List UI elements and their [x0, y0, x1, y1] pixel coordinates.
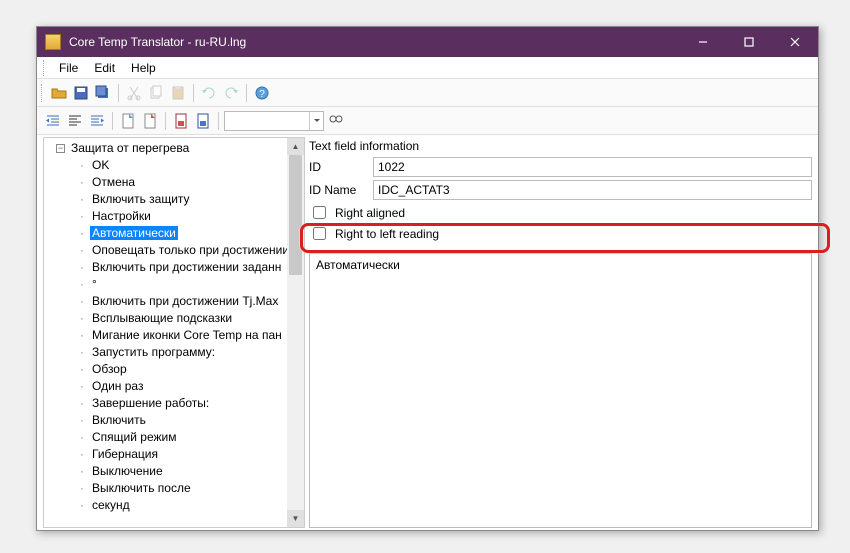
- tree-item[interactable]: ·Обзор: [44, 361, 304, 378]
- doc2-button[interactable]: [140, 111, 160, 131]
- scroll-up-button[interactable]: ▲: [287, 138, 304, 155]
- scroll-thumb[interactable]: [289, 155, 302, 275]
- help-button[interactable]: ?: [252, 83, 272, 103]
- close-button[interactable]: [772, 27, 818, 57]
- tree-item[interactable]: ·Запустить программу:: [44, 344, 304, 361]
- rtl-label: Right to left reading: [335, 227, 439, 241]
- window-title: Core Temp Translator - ru-RU.lng: [69, 35, 680, 49]
- app-window: Core Temp Translator - ru-RU.lng File Ed…: [36, 26, 819, 531]
- tree-item[interactable]: ·Мигание иконки Core Temp на пан: [44, 327, 304, 344]
- info-title: Text field information: [309, 139, 812, 153]
- tree-item[interactable]: ·Выключить после: [44, 480, 304, 497]
- idname-label: ID Name: [309, 183, 373, 197]
- tree-item[interactable]: ·Отмена: [44, 174, 304, 191]
- toolbar-format: [37, 107, 818, 135]
- save-button[interactable]: [71, 83, 91, 103]
- separator: [118, 84, 119, 102]
- editor-container: [309, 253, 812, 528]
- idname-input[interactable]: [373, 180, 812, 200]
- copy-button[interactable]: [146, 83, 166, 103]
- undo-button[interactable]: [199, 83, 219, 103]
- id-input[interactable]: [373, 157, 812, 177]
- tree-item[interactable]: ·Оповещать только при достижении: [44, 242, 304, 259]
- save-all-button[interactable]: [93, 83, 113, 103]
- rtl-checkbox[interactable]: [313, 227, 326, 240]
- titlebar: Core Temp Translator - ru-RU.lng: [37, 27, 818, 57]
- tree-item[interactable]: ·Включить: [44, 412, 304, 429]
- separator: [165, 112, 166, 130]
- tree-item[interactable]: ·°: [44, 276, 304, 293]
- collapse-icon[interactable]: −: [56, 144, 65, 153]
- tree-item[interactable]: ·Всплывающие подсказки: [44, 310, 304, 327]
- menubar: File Edit Help: [37, 57, 818, 79]
- redo-button[interactable]: [221, 83, 241, 103]
- indent-button[interactable]: [43, 111, 63, 131]
- text-field-info: Text field information ID ID Name Right …: [309, 137, 812, 247]
- font-combo[interactable]: [224, 111, 324, 131]
- right-aligned-checkbox[interactable]: [313, 206, 326, 219]
- tree-item[interactable]: ·Настройки: [44, 208, 304, 225]
- toolbar-grip: [41, 84, 45, 102]
- open-button[interactable]: [49, 83, 69, 103]
- menubar-grip: [43, 60, 47, 76]
- svg-text:?: ?: [259, 89, 265, 100]
- menu-edit[interactable]: Edit: [86, 59, 123, 77]
- tree-view[interactable]: −Защита от перегрева·OK·Отмена·Включить …: [43, 137, 305, 528]
- translation-editor[interactable]: [309, 253, 812, 528]
- tree-item[interactable]: ·Завершение работы:: [44, 395, 304, 412]
- paste-button[interactable]: [168, 83, 188, 103]
- menu-help[interactable]: Help: [123, 59, 164, 77]
- toolbar-main: ?: [37, 79, 818, 107]
- separator: [246, 84, 247, 102]
- menu-file[interactable]: File: [51, 59, 86, 77]
- tree-item[interactable]: ·Выключение: [44, 463, 304, 480]
- separator: [112, 112, 113, 130]
- tree-item[interactable]: ·Включить при достижении Tj.Max: [44, 293, 304, 310]
- tree-item[interactable]: ·Включить при достижении заданн: [44, 259, 304, 276]
- tree-item[interactable]: ·Один раз: [44, 378, 304, 395]
- tree-item[interactable]: ·Автоматически: [44, 225, 304, 242]
- id-label: ID: [309, 160, 373, 174]
- doc1-button[interactable]: [118, 111, 138, 131]
- doc-red-button[interactable]: [171, 111, 191, 131]
- right-panel: Text field information ID ID Name Right …: [309, 137, 812, 528]
- tree-item[interactable]: ·Спящий режим: [44, 429, 304, 446]
- minimize-button[interactable]: [680, 27, 726, 57]
- tree-scrollbar[interactable]: ▲ ▼: [287, 138, 304, 527]
- align-left-button[interactable]: [65, 111, 85, 131]
- tree-item[interactable]: ·OK: [44, 157, 304, 174]
- separator: [218, 112, 219, 130]
- separator: [193, 84, 194, 102]
- scroll-down-button[interactable]: ▼: [287, 510, 304, 527]
- right-aligned-label: Right aligned: [335, 206, 405, 220]
- tree-item[interactable]: ·секунд: [44, 497, 304, 514]
- outdent-button[interactable]: [87, 111, 107, 131]
- find-button[interactable]: [326, 111, 346, 131]
- content-area: −Защита от перегрева·OK·Отмена·Включить …: [37, 135, 818, 530]
- tree-root[interactable]: −Защита от перегрева: [44, 140, 304, 157]
- doc-blue-button[interactable]: [193, 111, 213, 131]
- maximize-button[interactable]: [726, 27, 772, 57]
- tree-item[interactable]: ·Гибернация: [44, 446, 304, 463]
- tree-item[interactable]: ·Включить защиту: [44, 191, 304, 208]
- cut-button[interactable]: [124, 83, 144, 103]
- app-icon: [45, 34, 61, 50]
